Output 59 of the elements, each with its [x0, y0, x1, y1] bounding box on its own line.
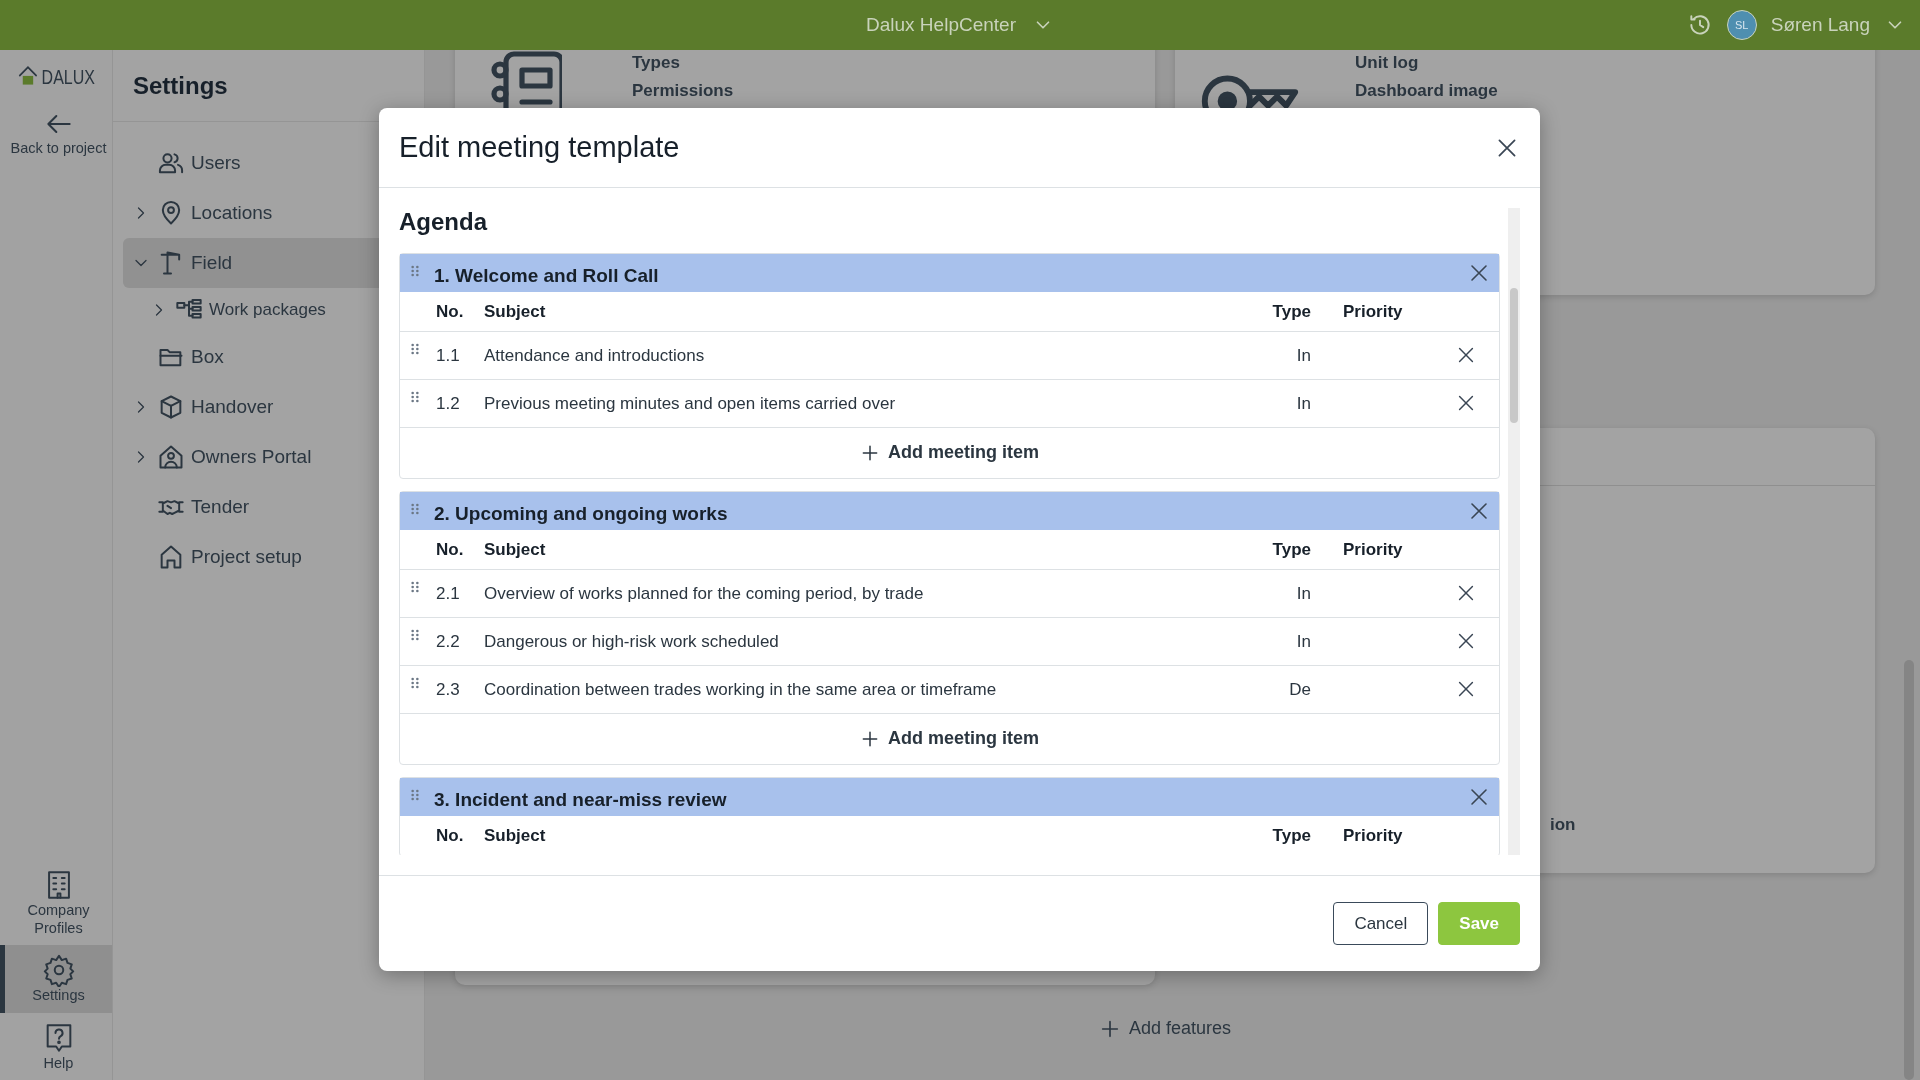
dialog-scrollbar[interactable]	[1508, 208, 1520, 855]
house-person-icon	[157, 443, 185, 471]
gear-icon	[41, 953, 76, 988]
column-header: Subject	[484, 300, 547, 323]
section-title: 3. Incident and near-miss review	[434, 787, 728, 812]
sidebar-item[interactable]: Handover	[123, 382, 424, 432]
feature-link[interactable]: Dashboard image	[1355, 80, 1498, 103]
dialog-title: Edit meeting template	[399, 130, 680, 165]
column-header: Type	[1271, 824, 1311, 847]
feature-link[interactable]: Types	[632, 52, 734, 75]
item-number: 2.3	[436, 678, 461, 701]
agenda-heading: Agenda	[399, 208, 489, 237]
feature-link[interactable]: Unit log	[1355, 52, 1498, 75]
sidebar-item[interactable]: Box	[123, 332, 424, 382]
feature-link[interactable]: ion	[1550, 814, 1875, 837]
user-avatar[interactable]: SL	[1726, 10, 1757, 40]
item-type: In	[1295, 630, 1311, 653]
item-number: 2.2	[436, 630, 461, 653]
item-number: 1.1	[436, 344, 461, 367]
column-header: Type	[1271, 300, 1311, 323]
cancel-button[interactable]: Cancel	[1333, 901, 1429, 946]
rail-item[interactable]: Company Profiles	[0, 860, 112, 946]
item-type: In	[1295, 392, 1311, 415]
item-subject: Coordination between trades working in the same area or timeframe	[484, 678, 998, 701]
item-type: In	[1295, 344, 1311, 367]
column-header: No.	[436, 538, 465, 561]
column-header: Subject	[484, 824, 547, 847]
back-link[interactable]: Back to project	[0, 100, 112, 166]
item-subject: Attendance and introductions	[484, 344, 706, 367]
sidebar-item[interactable]: Tender	[123, 482, 424, 532]
item-subject: Dangerous or high-risk work scheduled	[484, 630, 780, 653]
user-name[interactable]: Søren Lang	[1770, 10, 1870, 40]
item-subject: Previous meeting minutes and open items carried over	[484, 392, 897, 415]
sidebar-item[interactable]: Work packages	[123, 288, 424, 332]
section-title: 1. Welcome and Roll Call	[434, 263, 660, 288]
column-header: Priority	[1343, 824, 1404, 847]
section-title: 2. Upcoming and ongoing works	[434, 501, 729, 526]
app-title[interactable]: Dalux HelpCenter	[866, 10, 1016, 40]
column-header: Subject	[484, 538, 547, 561]
item-type: In	[1295, 582, 1311, 605]
column-header: No.	[436, 824, 465, 847]
item-number: 2.1	[436, 582, 461, 605]
add-features-button[interactable]: Add features	[1098, 1015, 1232, 1042]
rail-item[interactable]: Help	[0, 1012, 112, 1080]
sidebar-item[interactable]: Project setup	[123, 532, 424, 582]
rail-item[interactable]: Settings	[0, 945, 112, 1013]
column-header: Priority	[1343, 538, 1404, 561]
item-number: 1.2	[436, 392, 461, 415]
scrollbar-thumb[interactable]	[1510, 288, 1518, 423]
column-header: No.	[436, 300, 465, 323]
column-header: Type	[1271, 538, 1311, 561]
add-meeting-item-button[interactable]: Add meeting item	[854, 438, 1045, 468]
item-type: De	[1288, 678, 1311, 701]
feature-link[interactable]: Permissions	[632, 80, 734, 103]
column-header: Priority	[1343, 300, 1404, 323]
sidebar-item[interactable]: Owners Portal	[123, 432, 424, 482]
add-meeting-item-button[interactable]: Add meeting item	[854, 724, 1045, 754]
logo-text: DALUX	[41, 65, 96, 90]
item-subject: Overview of works planned for the coming period, by trade	[484, 582, 925, 605]
